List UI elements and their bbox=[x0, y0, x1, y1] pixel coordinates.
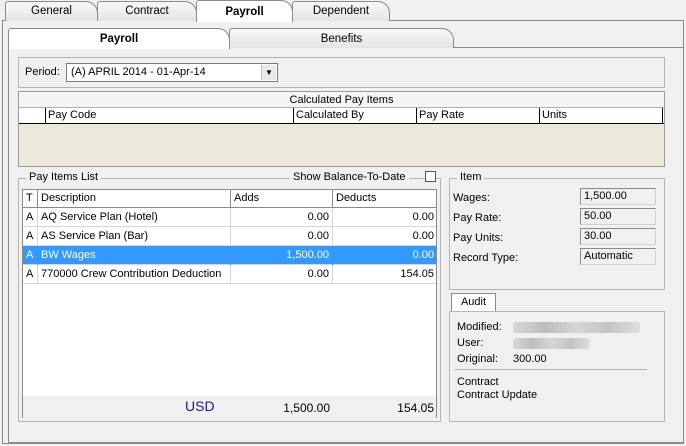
subtab-payroll-label: Payroll bbox=[99, 33, 139, 45]
header-pay-code[interactable]: Pay Code bbox=[45, 108, 293, 124]
tab-audit[interactable]: Audit bbox=[451, 293, 496, 311]
subtab-benefits-label: Benefits bbox=[320, 33, 363, 45]
cell-adds: 1,500.00 bbox=[231, 246, 333, 265]
cell-deducts: 0.00 bbox=[412, 211, 434, 223]
cell-deducts: 0.00 bbox=[412, 230, 434, 242]
total-adds: 1,500.00 bbox=[283, 401, 330, 415]
cell-description: BW Wages bbox=[38, 246, 231, 265]
tab-dependent[interactable]: Dependent bbox=[292, 1, 390, 21]
cell-type: A bbox=[23, 265, 38, 284]
calculated-pay-items-header: Pay Code Calculated By Pay Rate Units bbox=[19, 108, 664, 124]
show-balance-label: Show Balance-To-Date bbox=[290, 171, 409, 183]
tab-general[interactable]: General bbox=[5, 1, 98, 21]
header-pay-rate[interactable]: Pay Rate bbox=[416, 108, 539, 124]
original-label: Original: bbox=[457, 353, 498, 365]
cell-description: AS Service Plan (Bar) bbox=[38, 227, 231, 246]
tab-contract[interactable]: Contract bbox=[97, 1, 197, 21]
cell-type: A bbox=[23, 227, 38, 246]
record-type-value: Automatic bbox=[580, 248, 656, 265]
header-calculated-by[interactable]: Calculated By bbox=[293, 108, 416, 124]
cell-adds: 0.00 bbox=[231, 208, 333, 227]
cell-deducts: 154.05 bbox=[400, 268, 434, 280]
total-deducts: 154.05 bbox=[397, 401, 434, 415]
pay-items-legend: Pay Items List bbox=[26, 171, 102, 183]
cell-adds: 0.00 bbox=[231, 227, 333, 246]
record-type-label: Record Type: bbox=[453, 252, 519, 264]
table-row-selected[interactable]: A BW Wages 1,500.00 0.00 bbox=[23, 246, 436, 265]
tab-contract-label: Contract bbox=[125, 5, 169, 17]
table-row[interactable]: A AQ Service Plan (Hotel) 0.00 0.00 bbox=[23, 208, 436, 227]
header-description[interactable]: Description bbox=[38, 190, 231, 208]
item-legend: Item bbox=[457, 171, 485, 183]
wages-label: Wages: bbox=[453, 192, 490, 204]
subtab-benefits[interactable]: Benefits bbox=[229, 28, 454, 48]
tab-dependent-label: Dependent bbox=[312, 5, 370, 17]
user-label: User: bbox=[457, 337, 484, 349]
audit-source-1: Contract bbox=[457, 376, 499, 388]
cell-type: A bbox=[23, 208, 38, 227]
header-blank bbox=[19, 108, 45, 124]
header-adds[interactable]: Adds bbox=[231, 190, 333, 208]
modified-label: Modified: bbox=[457, 321, 502, 333]
cell-description: AQ Service Plan (Hotel) bbox=[38, 208, 231, 227]
tab-audit-label: Audit bbox=[460, 296, 487, 308]
header-units[interactable]: Units bbox=[539, 108, 663, 124]
period-value: (A) APRIL 2014 - 01-Apr-14 bbox=[71, 66, 206, 78]
audit-divider bbox=[455, 369, 647, 370]
pay-units-label: Pay Units: bbox=[453, 232, 504, 244]
show-balance-checkbox[interactable] bbox=[425, 171, 436, 182]
modified-value-redacted bbox=[513, 322, 640, 333]
pay-rate-label: Pay Rate: bbox=[453, 212, 502, 224]
cell-description: 770000 Crew Contribution Deduction bbox=[38, 265, 231, 284]
header-deducts[interactable]: Deducts bbox=[333, 190, 437, 208]
cell-adds: 0.00 bbox=[231, 265, 333, 284]
chevron-down-icon[interactable]: ▼ bbox=[261, 65, 276, 80]
calculated-pay-items-title: Calculated Pay Items bbox=[19, 92, 664, 108]
cell-type: A bbox=[23, 246, 38, 265]
pay-items-header: T Description Adds Deducts bbox=[23, 190, 436, 208]
period-select[interactable]: (A) APRIL 2014 - 01-Apr-14 ▼ bbox=[66, 63, 278, 82]
cell-deducts: 0.00 bbox=[412, 249, 434, 261]
period-label: Period: bbox=[25, 66, 60, 78]
pay-rate-value: 50.00 bbox=[580, 208, 656, 225]
subtab-payroll[interactable]: Payroll bbox=[8, 28, 230, 49]
calculated-pay-items-grid[interactable]: Calculated Pay Items Pay Code Calculated… bbox=[18, 91, 665, 167]
audit-source-2: Contract Update bbox=[457, 389, 538, 401]
pay-units-value: 30.00 bbox=[580, 228, 656, 245]
tab-general-label: General bbox=[31, 5, 72, 17]
totals-row: USD 1,500.00 154.05 bbox=[23, 396, 436, 418]
table-row[interactable]: A AS Service Plan (Bar) 0.00 0.00 bbox=[23, 227, 436, 246]
tab-payroll-label: Payroll bbox=[225, 6, 264, 18]
pay-items-grid[interactable]: T Description Adds Deducts A AQ Service … bbox=[22, 189, 437, 418]
user-value-redacted bbox=[513, 338, 590, 349]
table-row[interactable]: A 770000 Crew Contribution Deduction 0.0… bbox=[23, 265, 436, 284]
wages-value: 1,500.00 bbox=[580, 188, 656, 205]
original-value: 300.00 bbox=[513, 353, 547, 365]
tab-payroll[interactable]: Payroll bbox=[196, 0, 293, 22]
header-t[interactable]: T bbox=[23, 190, 38, 208]
currency-label: USD bbox=[185, 398, 215, 414]
